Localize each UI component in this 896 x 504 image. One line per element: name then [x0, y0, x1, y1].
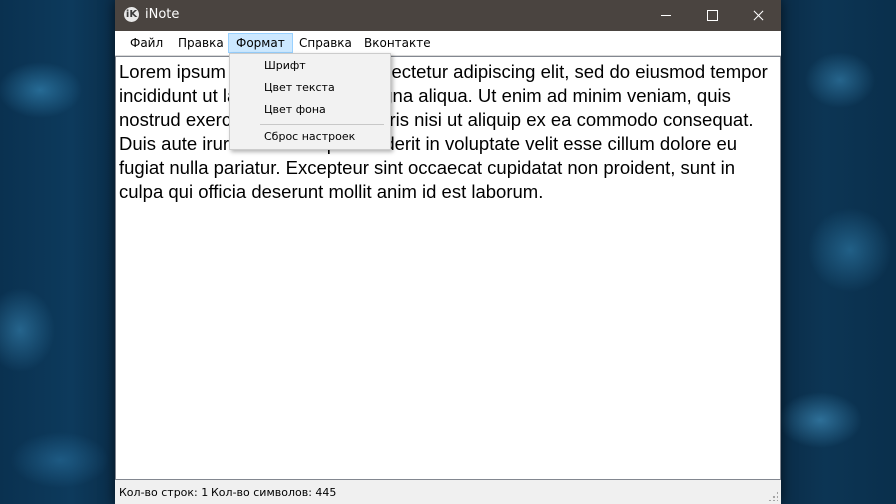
window-title: iNote — [145, 7, 180, 22]
editor-content[interactable]: Lorem ipsum dolor sit amet, consectetur … — [119, 60, 775, 204]
menu-format[interactable]: Формат — [228, 33, 293, 53]
maximize-button[interactable] — [689, 0, 735, 31]
menu-vkontakte[interactable]: Вконтакте — [357, 33, 438, 53]
title-bar[interactable]: iK iNote — [115, 0, 781, 31]
menu-item-text-color[interactable]: Цвет текста — [264, 78, 335, 98]
text-editor[interactable]: Lorem ipsum dolor sit amet, consectetur … — [115, 56, 781, 480]
menu-bar: Файл Правка Формат Справка Вконтакте — [115, 31, 781, 56]
menu-help[interactable]: Справка — [292, 33, 359, 53]
menu-item-font[interactable]: Шрифт — [264, 56, 306, 76]
line-count: Кол-во строк: 1 — [119, 486, 209, 499]
menu-edit[interactable]: Правка — [171, 33, 231, 53]
minimize-button[interactable] — [643, 0, 689, 31]
app-window: iK iNote Файл Правка Формат Справка Вкон… — [115, 0, 781, 504]
menu-item-reset-settings[interactable]: Сброс настроек — [264, 127, 355, 147]
format-dropdown-menu: Шрифт Цвет текста Цвет фона Сброс настро… — [229, 53, 391, 150]
menu-item-background-color[interactable]: Цвет фона — [264, 100, 326, 120]
close-button[interactable] — [735, 0, 781, 31]
menu-separator — [260, 124, 384, 125]
status-bar: Кол-во строк: 1 Кол-во символов: 445 — [115, 481, 781, 504]
char-count: Кол-во символов: 445 — [211, 486, 337, 499]
menu-file[interactable]: Файл — [123, 33, 170, 53]
resize-grip[interactable] — [768, 491, 778, 501]
app-icon: iK — [124, 7, 139, 22]
